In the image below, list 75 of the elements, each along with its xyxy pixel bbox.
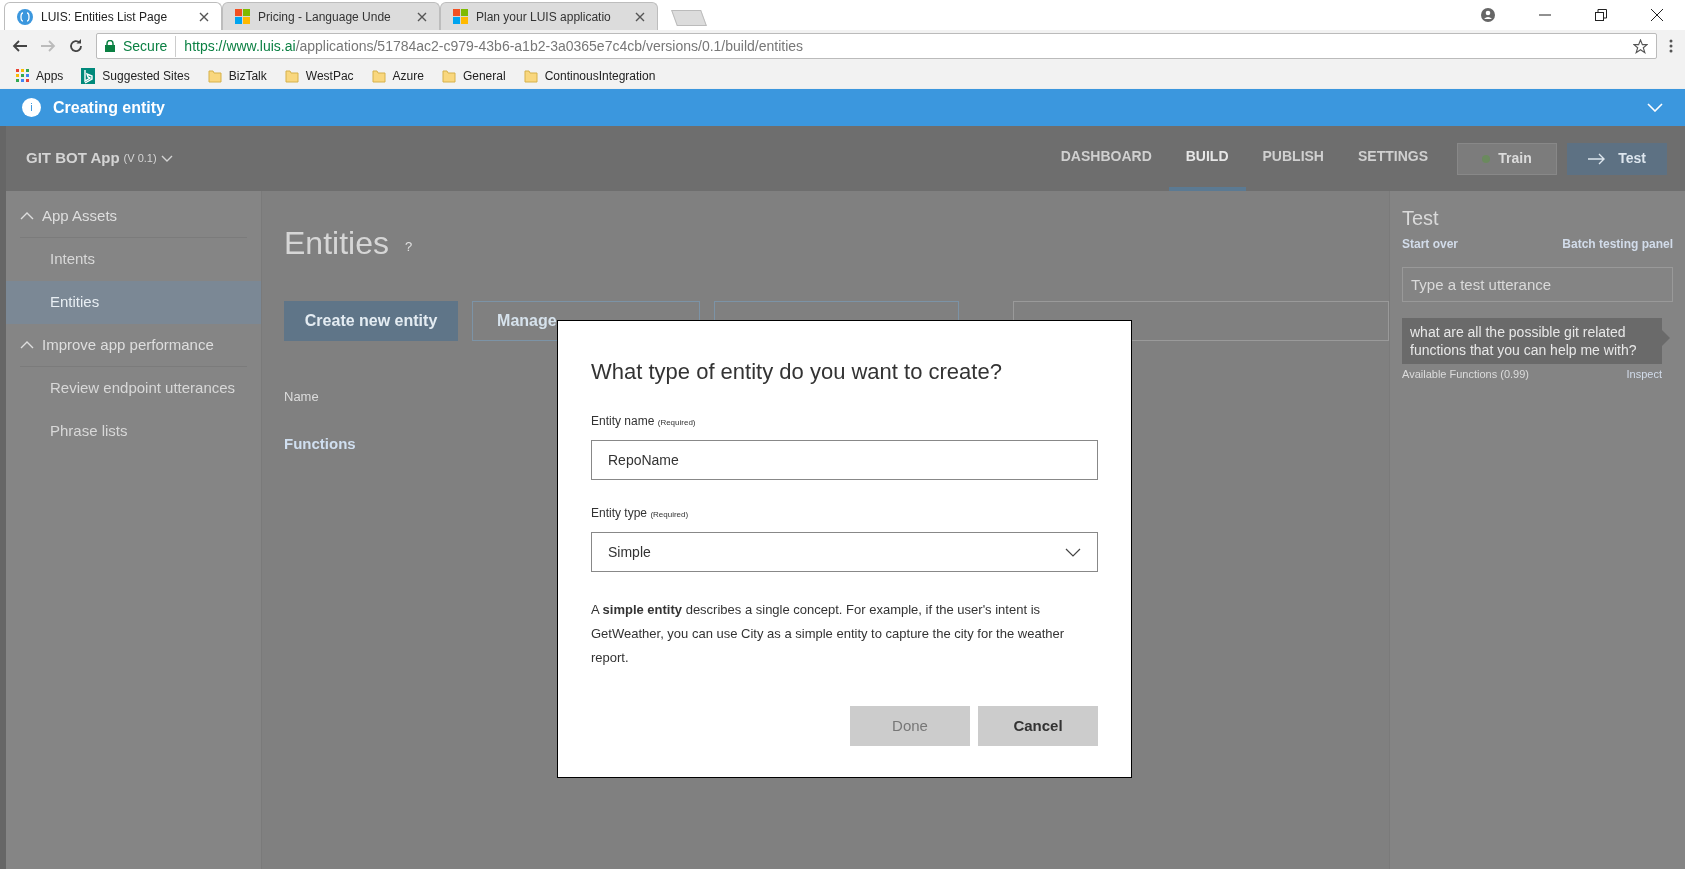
tab-title: LUIS: Entities List Page xyxy=(41,8,169,26)
app-name-dropdown[interactable]: GIT BOT App (V 0.1) xyxy=(26,147,173,170)
address-bar[interactable]: Secure https://www.luis.ai/applications/51784ac2-c979-43b6-a1b2-3a0365e7c4cb/versions/0.1/build/entities xyxy=(96,33,1657,59)
close-icon[interactable] xyxy=(1651,9,1663,21)
browser-tab[interactable]: LUIS: Entities List Page xyxy=(4,2,222,30)
arrow-right-icon xyxy=(1588,152,1607,165)
browser-tab[interactable]: Plan your LUIS applicatio xyxy=(440,2,658,30)
entity-name-field[interactable]: RepoName xyxy=(591,440,1098,480)
sidebar-item[interactable]: Intents xyxy=(6,238,261,281)
lock-icon xyxy=(105,40,115,52)
restore-icon[interactable] xyxy=(1595,9,1607,21)
folder-icon xyxy=(371,68,386,83)
field-label: Entity type (Required) xyxy=(591,505,690,522)
chevron-up-icon xyxy=(20,212,34,220)
dialog-title: What type of entity do you want to create? xyxy=(591,358,1003,386)
chevron-up-icon xyxy=(20,341,34,349)
column-header: Name xyxy=(284,388,320,406)
secure-label: Secure xyxy=(123,35,177,57)
utterance-field[interactable]: Type a test utterance xyxy=(1402,267,1673,302)
apps-grid-icon xyxy=(16,69,29,82)
profile-icon[interactable] xyxy=(1481,8,1495,22)
folder-icon xyxy=(284,68,299,83)
tab-title: Plan your LUIS applicatio xyxy=(476,8,612,26)
panel-title: Test xyxy=(1402,206,1440,231)
chevron-down-icon xyxy=(1065,547,1081,557)
bookmark-link[interactable]: WestPac xyxy=(284,66,354,85)
windows-logo-icon xyxy=(453,9,468,24)
folder-icon xyxy=(523,68,538,83)
bookmark-link[interactable]: Azure xyxy=(371,66,424,85)
bookmark-link[interactable]: Apps xyxy=(16,66,64,85)
page-title: Entities xyxy=(284,224,389,263)
bookmark-link[interactable]: ContinousIntegration xyxy=(523,66,656,85)
batch-testing-link[interactable]: Batch testing panel xyxy=(1562,235,1673,253)
sidebar-item[interactable]: Review endpoint utterances xyxy=(6,367,261,410)
chevron-down-icon[interactable] xyxy=(1647,103,1663,112)
info-icon: i xyxy=(22,98,41,117)
field-label: Entity name (Required) xyxy=(591,413,697,430)
url-text: https://www.luis.ai/applications/51784ac2-c979-43b6-a1b2-3a0365e7c4cb/versions/0.1/build/entities xyxy=(184,36,804,56)
star-icon[interactable] xyxy=(1633,38,1648,54)
nav-tab[interactable]: DASHBOARD xyxy=(1043,126,1169,191)
nav-tab[interactable]: SETTINGS xyxy=(1341,126,1445,191)
tab-title: Pricing - Language Unde xyxy=(258,8,392,26)
brackets-icon xyxy=(17,8,33,25)
sidebar-section[interactable]: App Assets xyxy=(20,195,247,238)
create-entity-button[interactable]: Create new entity xyxy=(284,301,459,341)
folder-icon xyxy=(441,68,456,83)
banner-text: Creating entity xyxy=(53,97,165,118)
nav-tab[interactable]: BUILD xyxy=(1168,126,1246,191)
inspect-link[interactable]: Inspect xyxy=(1626,366,1662,383)
train-button[interactable]: Train xyxy=(1457,142,1557,175)
help-icon[interactable]: ? xyxy=(404,237,413,257)
start-over-link[interactable]: Start over xyxy=(1402,235,1459,253)
sidebar-section[interactable]: Improve app performance xyxy=(20,324,247,367)
cancel-button[interactable]: Cancel xyxy=(978,706,1098,746)
folder-icon xyxy=(207,68,222,83)
bing-logo-icon xyxy=(81,67,96,84)
back-arrow-icon[interactable] xyxy=(12,38,28,54)
chevron-down-icon xyxy=(160,155,173,162)
utterance-bubble[interactable]: what are all the possible git related functions that you can help me with? xyxy=(1402,318,1662,364)
more-icon[interactable] xyxy=(1669,39,1673,53)
close-icon[interactable] xyxy=(199,11,209,22)
result-label: Available Functions (0.99) xyxy=(1402,367,1529,382)
bubble-tail-icon xyxy=(1662,330,1670,346)
browser-tab[interactable]: Pricing - Language Unde xyxy=(222,2,440,30)
sidebar-item[interactable]: Phrase lists xyxy=(6,410,261,453)
reload-icon[interactable] xyxy=(68,38,84,54)
nav-tab[interactable]: PUBLISH xyxy=(1245,126,1341,191)
test-button[interactable]: Test xyxy=(1567,142,1667,175)
bookmark-link[interactable]: General xyxy=(441,66,506,85)
bookmark-link[interactable]: Suggested Sites xyxy=(81,66,190,85)
windows-logo-icon xyxy=(235,9,250,24)
bookmark-link[interactable]: BizTalk xyxy=(207,66,267,85)
description-text: A simple entity describes a single concept. For example, if the user's intent is GetWeather, you can use City as a simple entity to capture the city for the weather report. xyxy=(591,601,1066,667)
sidebar-item[interactable]: Entities xyxy=(6,281,261,324)
entity-type-select[interactable]: Simple xyxy=(591,532,1098,572)
